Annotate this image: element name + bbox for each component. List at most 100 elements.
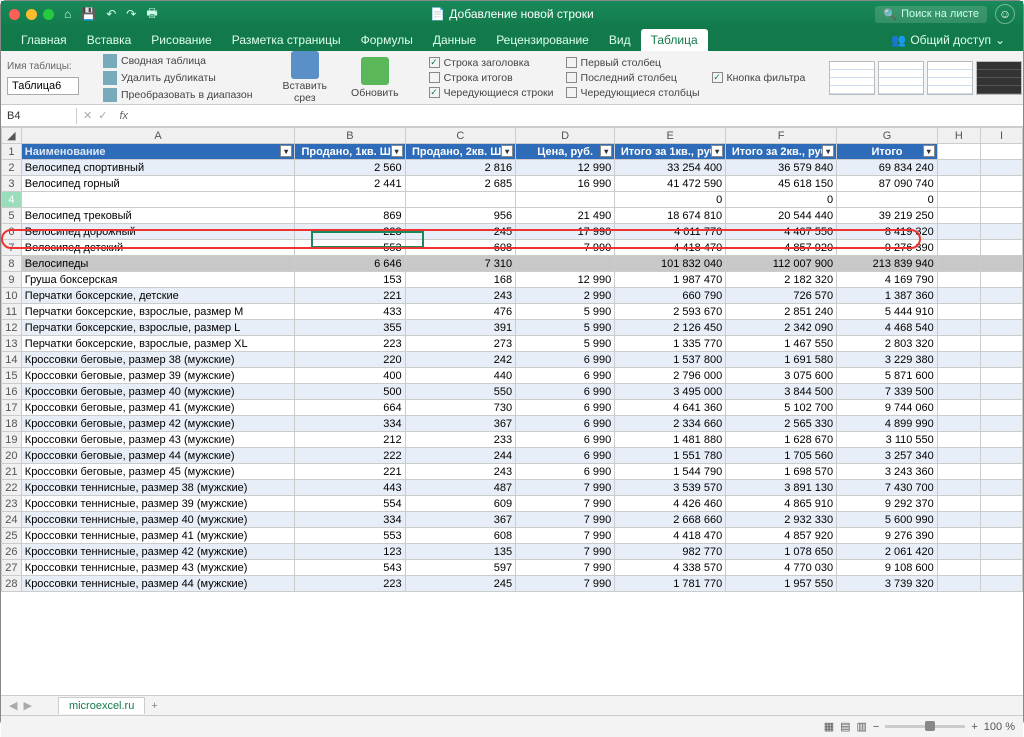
- cell[interactable]: 6 990: [516, 448, 615, 464]
- cell[interactable]: 7 990: [516, 496, 615, 512]
- cell[interactable]: 12 990: [516, 272, 615, 288]
- tab-Главная[interactable]: Главная: [11, 29, 77, 51]
- option-checkbox[interactable]: ✓Кнопка фильтра: [712, 72, 806, 84]
- cell[interactable]: 242: [405, 352, 515, 368]
- cell[interactable]: 1 481 880: [615, 432, 726, 448]
- cell[interactable]: [21, 192, 294, 208]
- cell[interactable]: Кроссовки беговые, размер 38 (мужские): [21, 352, 294, 368]
- col-header[interactable]: A: [21, 128, 294, 144]
- row-header[interactable]: 18: [2, 416, 22, 432]
- cell[interactable]: 7 990: [516, 528, 615, 544]
- user-icon[interactable]: ☺: [995, 4, 1015, 24]
- row-header[interactable]: 23: [2, 496, 22, 512]
- cell[interactable]: 1 987 470: [615, 272, 726, 288]
- cell[interactable]: 1 544 790: [615, 464, 726, 480]
- cell[interactable]: 400: [295, 368, 405, 384]
- table-header[interactable]: Продано, 1кв. Шт.▾: [295, 144, 405, 160]
- cell[interactable]: 9 276 390: [837, 528, 938, 544]
- cell[interactable]: 41 472 590: [615, 176, 726, 192]
- refresh-button[interactable]: Обновить: [345, 55, 405, 101]
- cell[interactable]: 3 257 340: [837, 448, 938, 464]
- cell[interactable]: 7 339 500: [837, 384, 938, 400]
- cell[interactable]: Велосипед горный: [21, 176, 294, 192]
- row-header[interactable]: 26: [2, 544, 22, 560]
- cell[interactable]: 221: [295, 288, 405, 304]
- row-header[interactable]: 2: [2, 160, 22, 176]
- row-header[interactable]: 4: [2, 192, 22, 208]
- cell[interactable]: 4 865 910: [726, 496, 837, 512]
- zoom-slider[interactable]: [885, 725, 965, 728]
- row-header[interactable]: 14: [2, 352, 22, 368]
- cell[interactable]: 273: [405, 336, 515, 352]
- tab-Вставка[interactable]: Вставка: [77, 29, 142, 51]
- cell[interactable]: 7 990: [516, 544, 615, 560]
- row-header[interactable]: 11: [2, 304, 22, 320]
- row-header[interactable]: 28: [2, 576, 22, 592]
- table-header[interactable]: Итого▾: [837, 144, 938, 160]
- redo-icon[interactable]: ↷: [126, 7, 136, 21]
- cell[interactable]: 7 430 700: [837, 480, 938, 496]
- tab-Разметка страницы[interactable]: Разметка страницы: [222, 29, 351, 51]
- tab-Рецензирование[interactable]: Рецензирование: [486, 29, 599, 51]
- cell[interactable]: 553: [295, 528, 405, 544]
- cell[interactable]: 4 338 570: [615, 560, 726, 576]
- cell[interactable]: 223: [295, 576, 405, 592]
- cell[interactable]: 391: [405, 320, 515, 336]
- option-checkbox[interactable]: ✓Чередующиеся строки: [429, 87, 554, 99]
- confirm-icon[interactable]: ✓: [98, 109, 107, 122]
- cell[interactable]: 1 691 580: [726, 352, 837, 368]
- cell[interactable]: 45 618 150: [726, 176, 837, 192]
- cell[interactable]: 233: [405, 432, 515, 448]
- cell[interactable]: 2 851 240: [726, 304, 837, 320]
- cell[interactable]: 87 090 740: [837, 176, 938, 192]
- row-header[interactable]: 13: [2, 336, 22, 352]
- cell[interactable]: 5 990: [516, 320, 615, 336]
- cell[interactable]: 112 007 900: [726, 256, 837, 272]
- row-header[interactable]: 12: [2, 320, 22, 336]
- filter-icon[interactable]: ▾: [280, 145, 292, 157]
- table-header[interactable]: Итого за 1кв., руб.▾: [615, 144, 726, 160]
- cell[interactable]: 0: [837, 192, 938, 208]
- cell[interactable]: 956: [405, 208, 515, 224]
- cell[interactable]: 2 796 000: [615, 368, 726, 384]
- maximize-window[interactable]: [43, 9, 54, 20]
- cell[interactable]: 4 418 470: [615, 240, 726, 256]
- filter-icon[interactable]: ▾: [501, 145, 513, 157]
- row-header[interactable]: 25: [2, 528, 22, 544]
- view-normal-icon[interactable]: ▦: [824, 720, 834, 733]
- cell[interactable]: 3 229 380: [837, 352, 938, 368]
- row-header[interactable]: 20: [2, 448, 22, 464]
- cell[interactable]: Велосипед детский: [21, 240, 294, 256]
- home-icon[interactable]: ⌂: [64, 7, 71, 21]
- zoom-out-button[interactable]: −: [873, 721, 879, 733]
- cell[interactable]: 223: [295, 336, 405, 352]
- cell[interactable]: 4 011 770: [615, 224, 726, 240]
- table-header[interactable]: Наименование▾: [21, 144, 294, 160]
- cell[interactable]: 2 342 090: [726, 320, 837, 336]
- cell[interactable]: 1 957 550: [726, 576, 837, 592]
- cell[interactable]: 1 705 560: [726, 448, 837, 464]
- cell[interactable]: 2 932 330: [726, 512, 837, 528]
- cell[interactable]: 433: [295, 304, 405, 320]
- cell[interactable]: 367: [405, 512, 515, 528]
- cell[interactable]: 7 990: [516, 480, 615, 496]
- tool-button[interactable]: Сводная таблица: [103, 54, 253, 68]
- close-window[interactable]: [9, 9, 20, 20]
- table-header[interactable]: Итого за 2кв., руб.▾: [726, 144, 837, 160]
- row-header[interactable]: 5: [2, 208, 22, 224]
- cell[interactable]: 16 990: [516, 176, 615, 192]
- view-layout-icon[interactable]: ▤: [840, 720, 850, 733]
- col-header[interactable]: F: [726, 128, 837, 144]
- cell[interactable]: 7 990: [516, 560, 615, 576]
- row-header[interactable]: 10: [2, 288, 22, 304]
- cell[interactable]: 2 441: [295, 176, 405, 192]
- row-header[interactable]: 7: [2, 240, 22, 256]
- table-styles-gallery[interactable]: ▸: [829, 61, 1024, 95]
- cancel-icon[interactable]: ✕: [83, 109, 92, 122]
- row-header[interactable]: 24: [2, 512, 22, 528]
- cell[interactable]: 6 990: [516, 400, 615, 416]
- cell[interactable]: 213 839 940: [837, 256, 938, 272]
- row-header[interactable]: 8: [2, 256, 22, 272]
- tab-Вид[interactable]: Вид: [599, 29, 641, 51]
- cell[interactable]: Кроссовки теннисные, размер 40 (мужские): [21, 512, 294, 528]
